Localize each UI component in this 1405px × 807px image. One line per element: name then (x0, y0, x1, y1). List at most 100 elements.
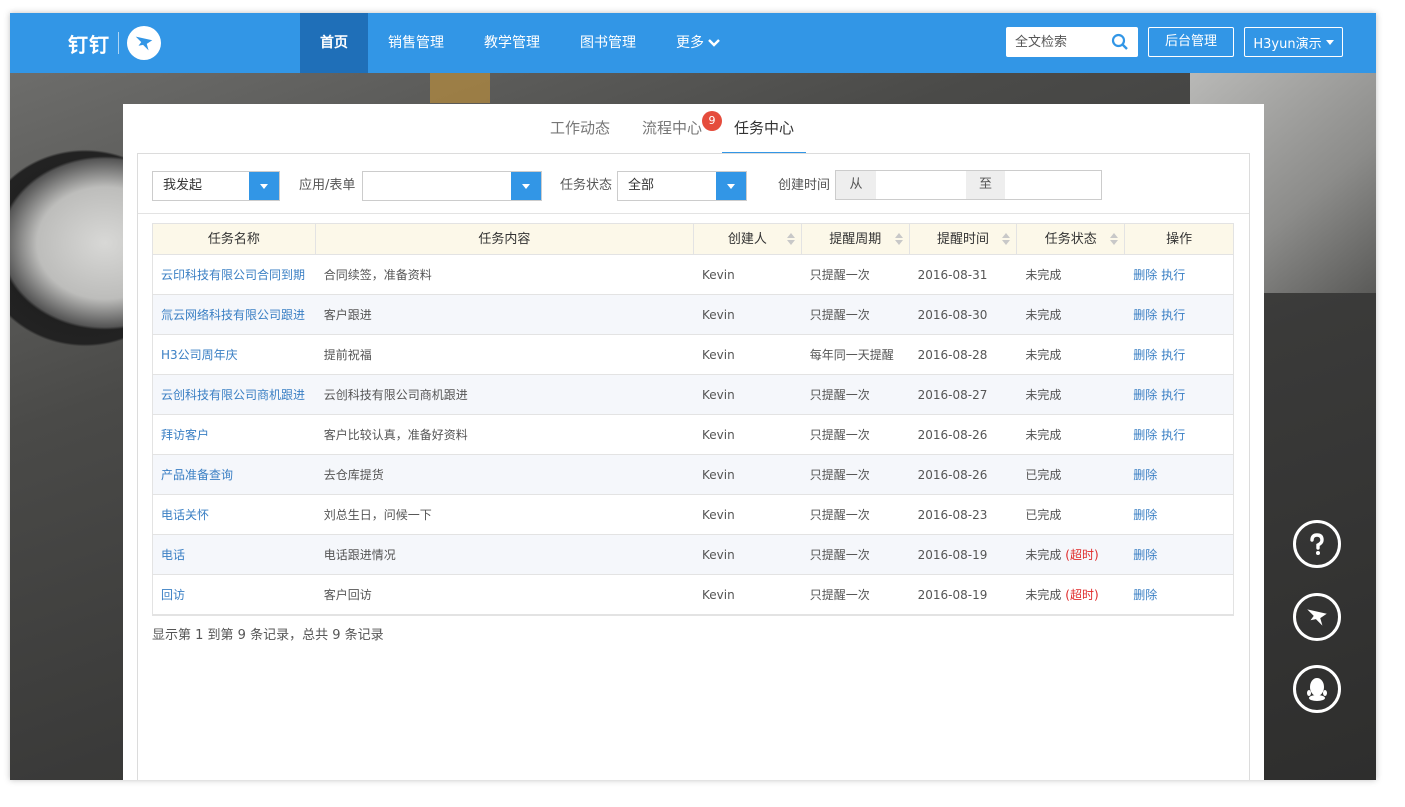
initiator-select[interactable]: 我发起 (152, 171, 280, 201)
search-icon[interactable] (1106, 28, 1134, 56)
table-row: 云印科技有限公司合同到期 合同续签，准备资料 Kevin 只提醒一次 2016-08-3… (153, 255, 1233, 295)
delete-link[interactable]: 删除 (1133, 548, 1157, 562)
app-form-select[interactable] (362, 171, 542, 201)
cell-task-content: 合同续签，准备资料 (323, 268, 432, 282)
task-name-link[interactable]: 电话 (161, 548, 185, 562)
help-button[interactable] (1293, 520, 1341, 568)
status-text: 未完成 (1025, 308, 1062, 322)
cell-creator: Kevin (701, 588, 735, 602)
task-name-link[interactable]: 电话关怀 (161, 508, 209, 522)
cell-remind-cycle: 只提醒一次 (809, 468, 870, 482)
nav-item-more[interactable]: 更多 (656, 13, 740, 73)
delete-link[interactable]: 删除 (1133, 388, 1157, 402)
delete-link[interactable]: 删除 (1133, 428, 1157, 442)
cell-remind-time: 2016-08-19 (917, 588, 988, 602)
search-box (1006, 27, 1138, 57)
cell-actions: 删除 (1125, 455, 1233, 495)
user-name: H3yun演示 (1253, 36, 1322, 52)
tab-process-center[interactable]: 流程中心 9 (630, 104, 723, 154)
admin-button[interactable]: 后台管理 (1148, 27, 1234, 57)
date-to-input[interactable] (1005, 171, 1101, 199)
delete-link[interactable]: 删除 (1133, 508, 1157, 522)
status-select[interactable]: 全部 (617, 171, 747, 201)
delete-link[interactable]: 删除 (1133, 348, 1157, 362)
cell-remind-cycle: 每年同一天提醒 (809, 348, 894, 362)
cell-actions: 删除 执行 (1125, 255, 1233, 295)
qq-button[interactable] (1293, 665, 1341, 713)
cell-creator: Kevin (701, 268, 735, 282)
table-row: H3公司周年庆 提前祝福 Kevin 每年同一天提醒 2016-08-28 未完成 删除执… (153, 335, 1233, 375)
nav-item-library[interactable]: 图书管理 (560, 13, 656, 73)
tab-task-center[interactable]: 任务中心 (722, 104, 807, 154)
column-header-task-status[interactable]: 任务状态 (1017, 224, 1126, 255)
qq-icon (1307, 678, 1327, 701)
task-name-link[interactable]: 产品准备查询 (161, 468, 233, 482)
column-header-actions: 操作 (1166, 232, 1193, 247)
task-name-link[interactable]: 氚云网络科技有限公司跟进 (161, 308, 305, 322)
delete-link[interactable]: 删除 (1133, 268, 1157, 282)
column-header-task-status-label: 任务状态 (1044, 232, 1097, 247)
column-header-task-name: 任务名称 (153, 224, 316, 255)
table-row: 产品准备查询 去仓库提货 Kevin 只提醒一次 2016-08-26 已完成 删除 (153, 455, 1233, 495)
sort-icon[interactable] (894, 233, 903, 246)
dropdown-arrow-icon[interactable] (511, 172, 541, 200)
dropdown-arrow-icon[interactable] (249, 172, 279, 200)
delete-link[interactable]: 删除 (1133, 468, 1157, 482)
execute-link[interactable]: 执行 (1161, 428, 1185, 442)
task-name-link[interactable]: H3公司周年庆 (161, 348, 238, 362)
nav-item-teaching[interactable]: 教学管理 (464, 13, 560, 73)
background-object (430, 73, 490, 103)
cell-task-name: 拜访客户 (153, 415, 316, 455)
logo[interactable]: 钉钉 (68, 26, 161, 60)
help-icon (1310, 533, 1324, 555)
sort-icon[interactable] (1110, 233, 1119, 246)
execute-link[interactable]: 执行 (1161, 308, 1185, 322)
status-text: 未完成 (1025, 348, 1062, 362)
task-name-link[interactable]: 拜访客户 (161, 428, 209, 442)
date-from-input[interactable] (876, 171, 966, 199)
dropdown-arrow-icon[interactable] (716, 172, 746, 200)
table-body: 云印科技有限公司合同到期 合同续签，准备资料 Kevin 只提醒一次 2016-08-3… (153, 255, 1233, 615)
app-window: 钉钉 首页 销售管理 教学管理 图书管理 更多 后台管理 H3yun演示 (10, 13, 1376, 780)
cell-creator: Kevin (701, 508, 735, 522)
execute-link[interactable]: 执行 (1161, 348, 1185, 362)
cell-actions: 删除 (1125, 495, 1233, 535)
column-header-creator[interactable]: 创建人 (694, 224, 802, 255)
tab-work-feed[interactable]: 工作动态 (538, 104, 622, 154)
cell-task-content: 云创科技有限公司商机跟进 (323, 388, 468, 402)
task-name-link[interactable]: 云印科技有限公司合同到期 (161, 268, 305, 282)
cell-remind-cycle: 只提醒一次 (809, 388, 870, 402)
cell-actions: 删除 (1125, 535, 1233, 575)
date-to-label: 至 (966, 171, 1005, 199)
column-header-remind-time[interactable]: 提醒时间 (910, 224, 1018, 255)
status-text: 未完成 (1025, 588, 1062, 602)
cell-remind-time: 2016-08-26 (917, 468, 988, 482)
user-menu-button[interactable]: H3yun演示 (1244, 27, 1343, 57)
cell-task-status: 未完成 (超时) (1017, 535, 1125, 575)
delete-link[interactable]: 删除 (1133, 308, 1157, 322)
cell-remind-time: 2016-08-30 (917, 308, 988, 322)
status-text: 未完成 (1025, 548, 1062, 562)
cell-actions: 删除 执行 (1125, 335, 1233, 375)
delete-link[interactable]: 删除 (1133, 588, 1157, 602)
cell-task-content: 去仓库提货 (323, 468, 384, 482)
task-center-content: 我发起 应用/表单 任务状态 全部 创建时间 从 至 任务名称 任务内容 创建人… (137, 153, 1250, 780)
cell-actions: 删除 执行 (1125, 375, 1233, 415)
overtime-label: (超时) (1065, 588, 1099, 602)
nav-item-home[interactable]: 首页 (300, 13, 368, 73)
task-name-link[interactable]: 回访 (161, 588, 185, 602)
task-name-link[interactable]: 云创科技有限公司商机跟进 (161, 388, 305, 402)
dingtalk-button[interactable] (1293, 593, 1341, 641)
execute-link[interactable]: 执行 (1161, 268, 1185, 282)
date-from-label: 从 (836, 171, 876, 199)
created-time-range: 从 至 (835, 170, 1102, 200)
column-header-remind-cycle[interactable]: 提醒周期 (802, 224, 910, 255)
sort-icon[interactable] (786, 233, 795, 246)
nav-item-sales[interactable]: 销售管理 (368, 13, 464, 73)
execute-link[interactable]: 执行 (1161, 388, 1185, 402)
notification-badge: 9 (702, 111, 723, 131)
cell-task-status: 未完成 (1017, 295, 1125, 335)
sort-icon[interactable] (1002, 233, 1011, 246)
status-text: 未完成 (1025, 388, 1062, 402)
search-input[interactable] (1006, 28, 1106, 56)
